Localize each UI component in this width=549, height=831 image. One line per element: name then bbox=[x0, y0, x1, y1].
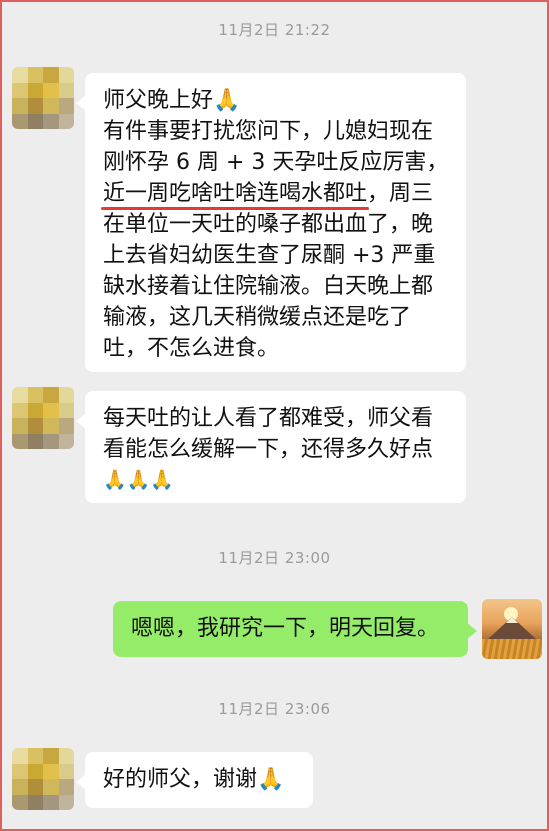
self-avatar[interactable] bbox=[482, 599, 542, 659]
message-line: 缺水接着让住院输液。白天晚上都 bbox=[103, 274, 434, 299]
timestamp: 11月2日 23:06 bbox=[218, 700, 331, 718]
message-line-highlighted: 近一周吃啥吐啥连喝水都吐，周三 bbox=[100, 178, 448, 210]
message-line-suffix: ，周三 bbox=[367, 181, 434, 206]
timestamp: 11月2日 23:00 bbox=[218, 549, 331, 567]
message-bubble[interactable]: 每天吐的让人看了都难受，师父看 看能怎么缓解一下，还得多久好点 🙏🙏🙏 bbox=[76, 391, 466, 503]
message-bubble[interactable]: 好的师父，谢谢🙏 bbox=[76, 752, 313, 808]
message-line: 看能怎么缓解一下，还得多久好点 bbox=[103, 437, 434, 462]
praying-hands-emoji: 🙏🙏🙏 bbox=[103, 469, 174, 491]
wheat-field-shape bbox=[482, 639, 542, 659]
message-line: 上去省妇幼医生查了尿酮 +3 严重 bbox=[103, 243, 436, 268]
message-line: 刚怀孕 6 周 + 3 天孕吐反应厉害， bbox=[103, 150, 449, 175]
message-line: 吐，不怎么进食。 bbox=[103, 336, 280, 361]
contact-avatar[interactable] bbox=[12, 67, 74, 129]
message-line: 每天吐的让人看了都难受，师父看 bbox=[103, 406, 434, 431]
contact-avatar[interactable] bbox=[12, 387, 74, 449]
contact-avatar[interactable] bbox=[12, 748, 74, 810]
snow-cap-shape bbox=[506, 617, 518, 623]
message-line: 嗯嗯，我研究一下，明天回复。 bbox=[131, 616, 440, 641]
message-line: 有件事要打扰您问下，儿媳妇现在 bbox=[103, 119, 434, 144]
message-line: 输液，这几天稍微缓点还是吃了 bbox=[103, 305, 412, 330]
message-bubble[interactable]: 师父晚上好🙏 有件事要打扰您问下，儿媳妇现在 刚怀孕 6 周 + 3 天孕吐反应… bbox=[76, 73, 466, 372]
message-bubble-self[interactable]: 嗯嗯，我研究一下，明天回复。 bbox=[113, 601, 477, 657]
timestamp: 11月2日 21:22 bbox=[218, 21, 331, 39]
message-line: 在单位一天吐的嗓子都出血了，晚 bbox=[103, 212, 434, 237]
message-line: 好的师父，谢谢🙏 bbox=[103, 767, 285, 792]
message-line: 师父晚上好🙏 bbox=[103, 88, 241, 113]
red-underline-highlight: 近一周吃啥吐啥连喝水都吐 bbox=[100, 178, 370, 210]
